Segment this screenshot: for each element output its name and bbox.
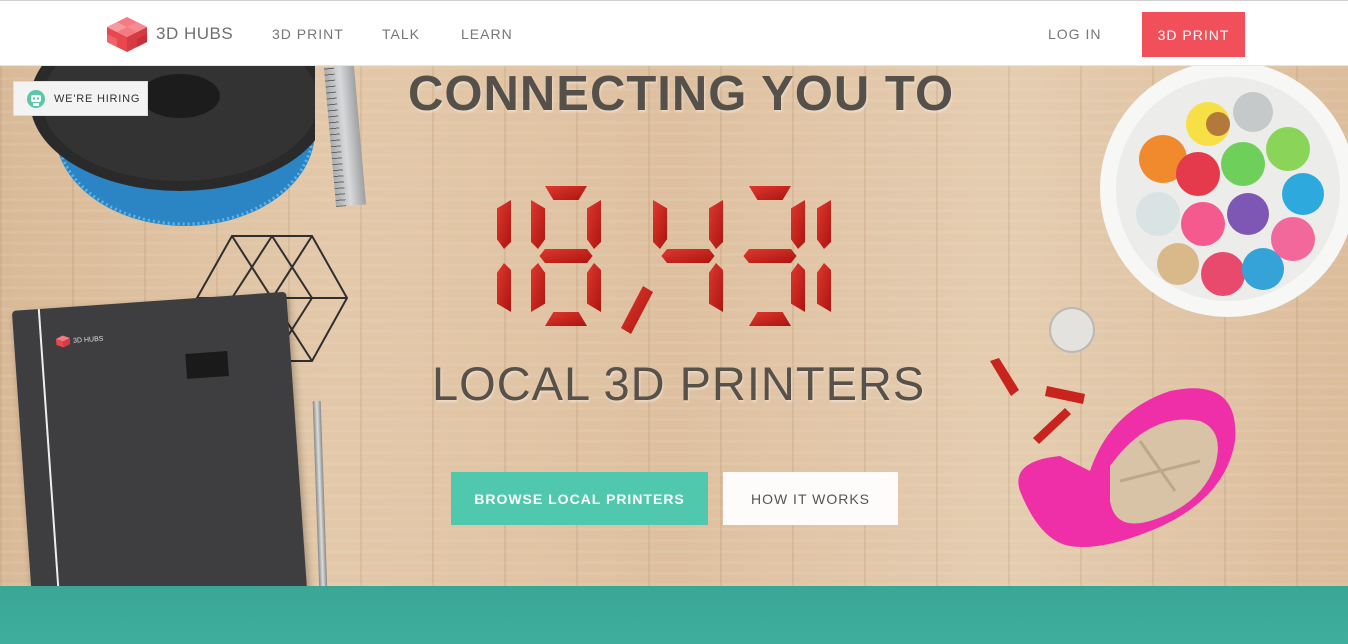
count-digit-segment <box>791 263 805 312</box>
login-link[interactable]: LOG IN <box>1048 26 1101 42</box>
count-digit-segment <box>497 200 511 249</box>
bowl-of-prints-image <box>1100 66 1348 317</box>
count-digit-segment <box>749 186 791 200</box>
nav-link-learn[interactable]: LEARN <box>461 26 513 42</box>
nav-link-3d-print[interactable]: 3D PRINT <box>272 26 344 42</box>
hero-section: WE'RE HIRING 3D HUBS CONNECTING YOU TO L… <box>0 66 1348 586</box>
cube-logo-icon <box>107 17 147 52</box>
count-digit-segment <box>709 263 723 312</box>
notebook-brand-text: 3D HUBS <box>72 335 104 345</box>
count-digit-segment <box>531 263 545 312</box>
3d-print-button[interactable]: 3D PRINT <box>1142 12 1245 57</box>
count-digit-segment <box>531 200 545 249</box>
count-digit-segment <box>653 200 667 249</box>
count-digit-segment <box>817 200 831 249</box>
hiring-text: WE'RE HIRING <box>54 92 141 105</box>
nav-link-talk[interactable]: TALK <box>382 26 420 42</box>
logo-text: 3D HUBS <box>156 24 234 43</box>
count-digit-segment <box>749 312 791 326</box>
count-digit-segment <box>539 249 593 263</box>
count-digit-segment <box>497 263 511 312</box>
count-digit-segment <box>545 312 587 326</box>
logo[interactable]: 3D HUBS <box>104 15 233 53</box>
hiring-badge[interactable]: WE'RE HIRING <box>13 81 148 116</box>
printer-count-display <box>497 186 831 334</box>
how-it-works-button[interactable]: HOW IT WORKS <box>723 472 898 525</box>
count-digit-segment <box>709 200 723 249</box>
count-digit-segment <box>661 249 715 263</box>
notebook-image: 3D HUBS <box>11 291 308 586</box>
hero-subline: LOCAL 3D PRINTERS <box>432 357 926 410</box>
pink-print-image <box>1018 388 1236 547</box>
count-comma <box>621 286 653 334</box>
count-digit-segment <box>545 186 587 200</box>
count-digit-segment <box>587 263 601 312</box>
robot-icon <box>27 89 45 108</box>
ruler-image <box>323 66 367 208</box>
hero-headline: CONNECTING YOU TO <box>408 67 955 121</box>
count-digit-segment <box>791 200 805 249</box>
top-navigation: 3D HUBS 3D PRINT TALK LEARN LOG IN 3D PR… <box>0 0 1348 66</box>
count-digit-segment <box>587 200 601 249</box>
count-digit-segment <box>743 249 797 263</box>
bottom-section-band <box>0 586 1348 644</box>
clear-figure-image <box>1049 307 1095 353</box>
count-digit-segment <box>817 263 831 312</box>
browse-local-printers-button[interactable]: BROWSE LOCAL PRINTERS <box>451 472 708 525</box>
pencil-image <box>312 400 328 586</box>
